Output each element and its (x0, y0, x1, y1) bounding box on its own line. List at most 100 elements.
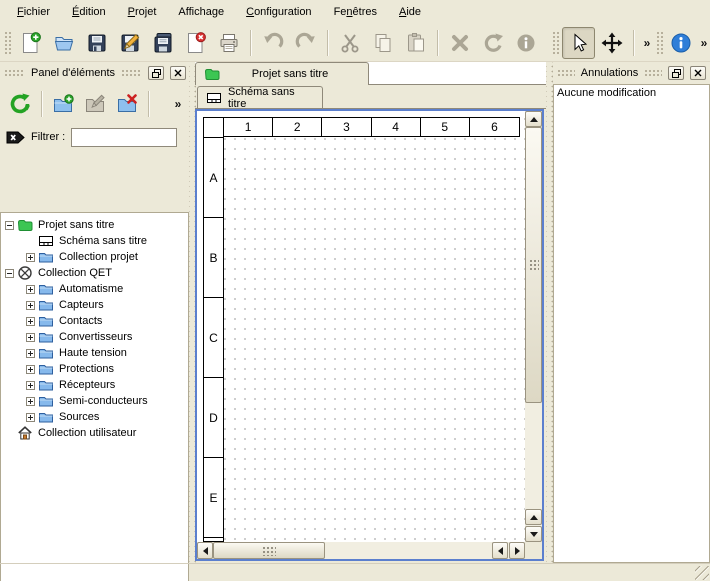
toolbar-drag-handle[interactable] (3, 30, 11, 56)
qelectrotech-window: Fichier Édition Projet Affichage Configu… (0, 0, 710, 581)
undo-history-list[interactable]: Aucune modification (553, 84, 710, 563)
tree-item-projet-sans-titre[interactable]: Projet sans titre (1, 217, 188, 233)
selection-mode-button[interactable] (562, 27, 595, 59)
file-toolbar (0, 24, 542, 61)
tree-item-convertisseurs[interactable]: Convertisseurs (1, 329, 188, 345)
scroll-left-button[interactable] (197, 542, 213, 559)
new-element-button[interactable] (47, 88, 79, 120)
tree-item-semi-conducteurs[interactable]: Semi-conducteurs (1, 393, 188, 409)
tree-item-protections[interactable]: Protections (1, 361, 188, 377)
delete-element-button[interactable] (111, 88, 143, 120)
dock-float-button[interactable] (668, 66, 684, 80)
paste-button[interactable] (399, 27, 432, 59)
copy-icon (372, 32, 394, 54)
vertical-scroll-thumb[interactable] (525, 127, 542, 403)
tree-item-capteurs[interactable]: Capteurs (1, 297, 188, 313)
expand-icon[interactable] (26, 365, 35, 374)
pan-mode-button[interactable] (595, 27, 628, 59)
diagram-view[interactable]: A B C D E 1 2 3 4 5 6 (195, 109, 544, 561)
cut-icon (339, 32, 361, 54)
new-document-button[interactable] (14, 27, 47, 59)
tree-item-collection-qet[interactable]: Collection QET (1, 265, 188, 281)
resize-grip[interactable] (695, 566, 709, 580)
tab-projet-sans-titre[interactable]: Projet sans titre (195, 62, 369, 85)
row-label: C (204, 298, 223, 378)
element-info-button[interactable] (509, 27, 542, 59)
clear-filter-icon[interactable] (6, 130, 25, 145)
expand-icon[interactable] (26, 397, 35, 406)
menu-projet[interactable]: Projet (117, 2, 168, 22)
horizontal-scroll-thumb[interactable] (213, 542, 325, 559)
expand-icon[interactable] (26, 333, 35, 342)
undo-dock-titlebar[interactable]: Annulations (553, 62, 710, 84)
dock-close-button[interactable] (170, 66, 186, 80)
redo-button[interactable] (289, 27, 322, 59)
save-button[interactable] (80, 27, 113, 59)
tree-item-schema-sans-titre[interactable]: Schéma sans titre (1, 233, 188, 249)
tree-item-collection-projet[interactable]: Collection projet (1, 249, 188, 265)
save-all-button[interactable] (146, 27, 179, 59)
menu-aide[interactable]: Aide (388, 2, 432, 22)
horizontal-scrollbar[interactable] (197, 542, 525, 559)
expand-icon[interactable] (26, 349, 35, 358)
print-button[interactable] (212, 27, 245, 59)
expand-icon[interactable] (26, 285, 35, 294)
info-gray-icon (515, 32, 537, 54)
tree-item-contacts[interactable]: Contacts (1, 313, 188, 329)
scrollbar-corner (525, 542, 542, 559)
tree-item-automatisme[interactable]: Automatisme (1, 281, 188, 297)
menu-configuration[interactable]: Configuration (235, 2, 322, 22)
filter-input[interactable] (71, 128, 177, 147)
column-label: 4 (372, 118, 421, 136)
menu-edition[interactable]: Édition (61, 2, 117, 22)
vertical-scrollbar[interactable] (525, 111, 542, 542)
tree-item-recepteurs[interactable]: Récepteurs (1, 377, 188, 393)
diagram-canvas[interactable]: A B C D E 1 2 3 4 5 6 (197, 111, 525, 542)
tree-item-haute-tension[interactable]: Haute tension (1, 345, 188, 361)
tree-item-sources[interactable]: Sources (1, 409, 188, 425)
toolbar-drag-handle[interactable] (551, 30, 559, 56)
dock-close-button[interactable] (690, 66, 706, 80)
copy-button[interactable] (366, 27, 399, 59)
scroll-right-button[interactable] (509, 542, 525, 559)
reload-collections-button[interactable] (4, 88, 36, 120)
collapse-icon[interactable] (5, 269, 14, 278)
scroll-up-button[interactable] (525, 111, 542, 127)
edit-element-button[interactable] (79, 88, 111, 120)
scroll-left-button[interactable] (492, 542, 508, 559)
expand-icon[interactable] (26, 253, 35, 262)
open-project-button[interactable] (47, 27, 80, 59)
schema-icon (206, 90, 222, 106)
menu-fenetres[interactable]: Fenêtres (323, 2, 388, 22)
scroll-down-button[interactable] (525, 526, 542, 542)
close-project-button[interactable] (179, 27, 212, 59)
toolbar-drag-handle[interactable] (655, 30, 663, 56)
save-icon (86, 32, 108, 54)
menu-affichage[interactable]: Affichage (167, 2, 235, 22)
cut-button[interactable] (333, 27, 366, 59)
dock-float-button[interactable] (148, 66, 164, 80)
delete-button[interactable] (443, 27, 476, 59)
toolbar-overflow-button[interactable]: » (696, 36, 710, 50)
undo-list-item[interactable]: Aucune modification (554, 85, 709, 101)
save-as-button[interactable] (113, 27, 146, 59)
menu-fichier[interactable]: Fichier (6, 2, 61, 22)
expand-icon[interactable] (26, 301, 35, 310)
row-header: A B C D E (203, 117, 224, 542)
undo-button[interactable] (256, 27, 289, 59)
right-splitter[interactable] (546, 62, 553, 563)
tab-schema-sans-titre[interactable]: Schéma sans titre (197, 86, 323, 109)
diagram-info-button[interactable] (666, 27, 696, 59)
dock-texture (121, 69, 142, 77)
rotate-button[interactable] (476, 27, 509, 59)
tree-item-collection-utilisateur[interactable]: Collection utilisateur (1, 425, 188, 441)
grid-corner-cell (204, 118, 223, 138)
toolbar-overflow-button[interactable]: » (170, 97, 186, 111)
expand-icon[interactable] (26, 317, 35, 326)
collapse-icon[interactable] (5, 221, 14, 230)
expand-icon[interactable] (26, 381, 35, 390)
elements-panel-titlebar[interactable]: Panel d'éléments (0, 62, 190, 84)
schema-icon (38, 233, 54, 249)
scroll-up-button[interactable] (525, 509, 542, 525)
expand-icon[interactable] (26, 413, 35, 422)
